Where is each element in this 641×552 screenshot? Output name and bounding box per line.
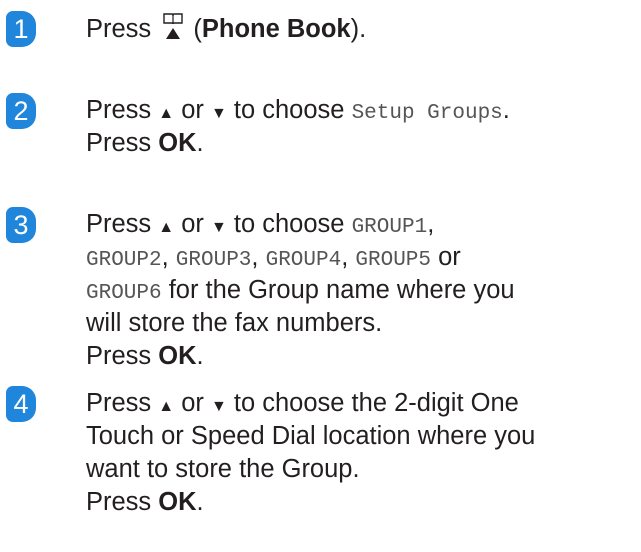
lcd-option: GROUP3 <box>175 249 252 272</box>
ok-key-label: OK <box>158 342 197 370</box>
step-line: Press OK. <box>86 488 204 516</box>
down-arrow-icon: ▼ <box>210 398 227 415</box>
step-number-badge: 4 <box>6 386 36 422</box>
lcd-option: GROUP2 <box>86 249 162 272</box>
lcd-option: GROUP6 <box>86 282 162 305</box>
up-arrow-icon: ▲ <box>158 105 175 122</box>
up-arrow-icon: ▲ <box>158 219 175 236</box>
step-line: Press (Phone Book). <box>86 12 635 45</box>
lcd-option: GROUP1 <box>351 216 428 239</box>
step-line: want to store the Group. <box>86 455 360 483</box>
step-line: will store the fax numbers. <box>86 309 383 337</box>
step-line: GROUP6 for the Group name where you <box>86 276 515 305</box>
up-arrow-icon: ▲ <box>158 398 175 415</box>
down-arrow-icon: ▼ <box>210 105 227 122</box>
step-line: Press OK. <box>86 342 204 370</box>
phone-book-icon <box>162 12 184 40</box>
step-line: Press ▲ or ▼ to choose GROUP1, <box>86 210 435 239</box>
step-line: Press OK. <box>86 129 204 157</box>
step-text: Press ▲ or ▼ to choose Setup Groups. Pre… <box>86 94 635 160</box>
step-line: Press ▲ or ▼ to choose Setup Groups. <box>86 96 510 125</box>
lcd-option: Setup Groups <box>351 102 503 125</box>
step-line: GROUP2, GROUP3, GROUP4, GROUP5 or <box>86 243 461 272</box>
down-arrow-icon: ▼ <box>210 219 227 236</box>
step-text: Press ▲ or ▼ to choose GROUP1, GROUP2, G… <box>86 208 635 373</box>
ok-key-label: OK <box>158 129 197 157</box>
step-line: Press ▲ or ▼ to choose the 2-digit One <box>86 389 519 417</box>
ok-key-label: OK <box>158 488 197 516</box>
lcd-option: GROUP4 <box>265 249 342 272</box>
step-text: Press ▲ or ▼ to choose the 2-digit One T… <box>86 387 635 519</box>
step-number-badge: 3 <box>6 207 36 243</box>
step-number-badge: 2 <box>6 93 36 129</box>
step-line: Touch or Speed Dial location where you <box>86 422 536 450</box>
step-number-badge: 1 <box>6 11 36 47</box>
lcd-option: GROUP5 <box>355 249 432 272</box>
step-text: Press (Phone Book). <box>86 12 635 45</box>
